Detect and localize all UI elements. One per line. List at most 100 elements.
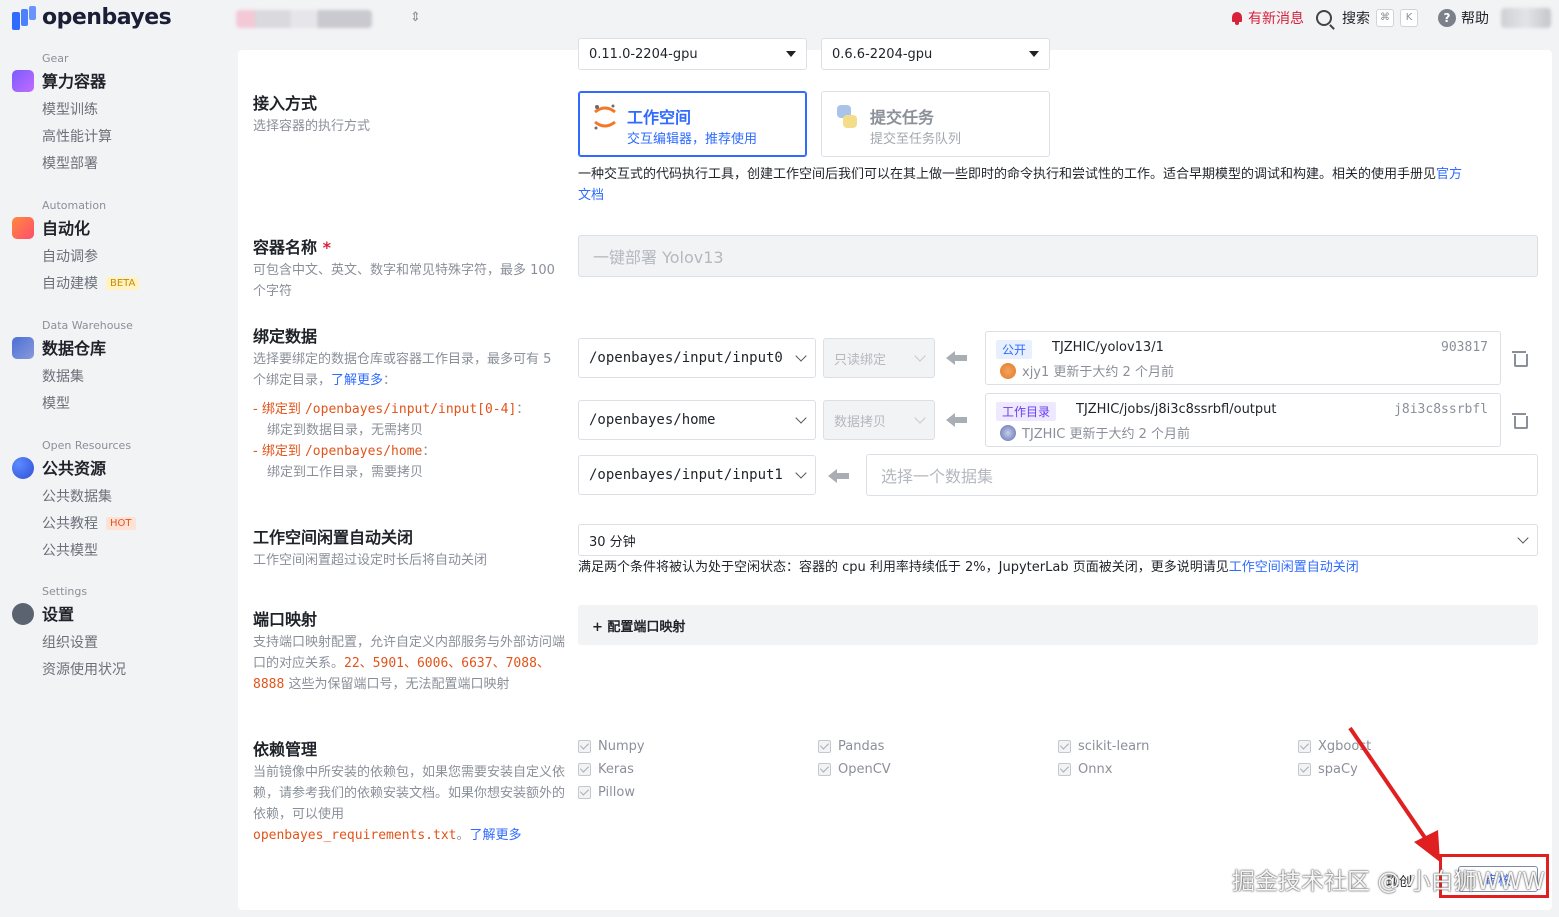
add-port-mapping-button[interactable]: + 配置端口映射 xyxy=(578,605,1538,645)
sidebar-item-autotune[interactable]: 自动调参 xyxy=(42,246,98,266)
sidebar-item-training[interactable]: 模型训练 xyxy=(42,99,98,119)
open-resources-icon xyxy=(12,457,34,479)
access-label: 接入方式 xyxy=(253,94,318,113)
sidebar-item-gear[interactable]: 算力容器 xyxy=(42,68,106,92)
logo-icon xyxy=(12,5,36,30)
sidebar-item-hpc[interactable]: 高性能计算 xyxy=(42,126,112,146)
dataset-card-0[interactable]: 公开 TJZHIC/yolov13/1 903817 xjy1 更新于大约 2 … xyxy=(985,331,1501,385)
dataset-picker-input[interactable]: 选择一个数据集 xyxy=(866,454,1538,496)
trash-icon[interactable] xyxy=(1512,412,1528,429)
checkbox xyxy=(1298,763,1311,776)
bell-icon xyxy=(1230,11,1244,25)
help-icon: ? xyxy=(1438,9,1456,27)
chevron-down-icon xyxy=(914,350,926,362)
settings-gear-icon xyxy=(12,603,34,625)
arrow-left-icon xyxy=(946,351,968,365)
bind-path-select-2[interactable]: /openbayes/input/input1 xyxy=(578,455,816,495)
bind-path-select-0[interactable]: /openbayes/input/input0 xyxy=(578,338,816,378)
access-desc: 选择容器的执行方式 xyxy=(253,119,371,134)
user-avatar xyxy=(1000,362,1016,379)
python-icon xyxy=(837,105,857,128)
org-switch-icon[interactable]: ⇕ xyxy=(410,10,421,25)
sidebar-item-org-settings[interactable]: 组织设置 xyxy=(42,632,98,652)
dep-keras: Keras xyxy=(578,762,634,777)
chevron-down-icon xyxy=(795,350,807,362)
watermark: 掘金技术社区 @ 小白狮WWW xyxy=(1232,869,1545,895)
checkbox xyxy=(1298,740,1311,753)
bind-path-select-1[interactable]: /openbayes/home xyxy=(578,400,816,440)
arrow-left-icon xyxy=(946,413,968,427)
idle-label: 工作空间闲置自动关闭 xyxy=(253,528,414,547)
sidebar-item-settings[interactable]: 设置 xyxy=(42,601,74,625)
org-name-blurred[interactable] xyxy=(236,10,372,28)
bind-learn-more-link[interactable]: 了解更多 xyxy=(331,373,383,388)
deps-desc: 当前镜像中所安装的依赖包，如果您需要安装自定义依赖，请参考我们的依赖安装文档。如… xyxy=(253,765,566,843)
sidebar-item-warehouse[interactable]: 数据仓库 xyxy=(42,335,106,359)
sidebar-item-datasets[interactable]: 数据集 xyxy=(42,366,84,386)
version-select-2[interactable]: 0.6.6-2204-gpu xyxy=(821,38,1050,70)
chevron-down-icon xyxy=(914,412,926,424)
caret-icon xyxy=(1029,51,1039,57)
kbd-k: K xyxy=(1400,9,1418,27)
sidebar: Gear 算力容器 模型训练 高性能计算 模型部署 Automation 自动化… xyxy=(0,40,230,917)
notifications-button[interactable]: 有新消息 xyxy=(1230,8,1304,28)
beta-badge: BETA xyxy=(106,276,140,290)
name-label: 容器名称 * xyxy=(253,238,331,257)
help-button[interactable]: ? 帮助 xyxy=(1438,8,1489,28)
chevron-down-icon xyxy=(795,467,807,479)
dataset-card-1[interactable]: 工作目录 TJZHIC/jobs/j8i3c8ssrbfl/output j8i… xyxy=(985,393,1501,447)
database-icon xyxy=(12,337,34,359)
sidebar-item-deploy[interactable]: 模型部署 xyxy=(42,153,98,173)
checkbox xyxy=(1058,763,1071,776)
dep-opencv: OpenCV xyxy=(818,762,891,777)
sidebar-item-usage[interactable]: 资源使用状况 xyxy=(42,659,126,679)
checkbox xyxy=(1058,740,1071,753)
hot-badge: HOT xyxy=(106,516,136,530)
chevron-down-icon xyxy=(795,412,807,424)
port-label: 端口映射 xyxy=(253,610,318,629)
access-note: 一种交互式的代码执行工具，创建工作空间后我们可以在其上做一些即时的命令执行和尝试… xyxy=(578,167,1463,203)
trash-icon[interactable] xyxy=(1512,350,1528,367)
bind-rule-1: - 绑定到 /openbayes/input/input[0-4]： 绑定到数据… xyxy=(253,402,530,438)
docs-link-2[interactable]: 文档 xyxy=(578,188,604,203)
checkbox xyxy=(818,740,831,753)
automation-icon xyxy=(12,217,34,239)
idle-note: 满足两个条件将被认为处于空闲状态：容器的 cpu 利用率持续低于 2%，Jupy… xyxy=(578,560,1359,575)
version-select-1[interactable]: 0.11.0-2204-gpu xyxy=(578,38,807,70)
sidebar-item-open-resources[interactable]: 公共资源 xyxy=(42,455,106,479)
dep-pandas: Pandas xyxy=(818,739,884,754)
sidebar-item-public-tutorials[interactable]: 公共教程 HOT xyxy=(42,513,136,533)
bind-rule-2: - 绑定到 /openbayes/home： 绑定到工作目录，需要拷贝 xyxy=(253,444,436,480)
docs-link[interactable]: 官方 xyxy=(1436,167,1462,182)
bind-desc: 选择要绑定的数据仓库或容器工作目录，最多可有 5 个绑定目录，了解更多： xyxy=(253,352,552,388)
dep-onnx: Onnx xyxy=(1058,762,1112,777)
sidebar-item-automation[interactable]: 自动化 xyxy=(42,215,90,239)
bind-mode-select-0[interactable]: 只读绑定 xyxy=(823,338,935,378)
dep-pillow: Pillow xyxy=(578,785,635,800)
top-bar: openbayes ⇕ 有新消息 搜索 ⌘ K ? 帮助 xyxy=(0,0,1559,40)
sidebar-item-automl[interactable]: 自动建模 BETA xyxy=(42,273,140,293)
kbd-cmd: ⌘ xyxy=(1376,9,1394,27)
checkbox xyxy=(578,763,591,776)
logo-text: openbayes xyxy=(42,5,172,30)
checkbox xyxy=(818,763,831,776)
checkbox xyxy=(578,786,591,799)
task-option[interactable]: 提交任务 提交至任务队列 xyxy=(821,91,1050,157)
deps-learn-more-link[interactable]: 了解更多 xyxy=(470,828,522,843)
bind-mode-select-1[interactable]: 数据拷贝 xyxy=(823,400,935,440)
chevron-down-icon xyxy=(1517,532,1529,544)
bind-label: 绑定数据 xyxy=(253,327,318,346)
sidebar-item-public-models[interactable]: 公共模型 xyxy=(42,540,98,560)
arrow-left-icon xyxy=(828,469,850,483)
workspace-option[interactable]: 工作空间 交互编辑器，推荐使用 xyxy=(578,91,807,157)
idle-docs-link[interactable]: 工作空间闲置自动关闭 xyxy=(1229,560,1359,575)
annotation-arrow xyxy=(1348,726,1440,862)
container-name-input[interactable]: 一键部署 Yolov13 xyxy=(578,235,1538,277)
openbayes-logo[interactable]: openbayes xyxy=(12,5,172,30)
avatar[interactable] xyxy=(1501,8,1551,28)
idle-timeout-select[interactable]: 30 分钟 xyxy=(578,524,1538,556)
caret-icon xyxy=(786,51,796,57)
search-button[interactable]: 搜索 ⌘ K xyxy=(1316,8,1418,28)
sidebar-item-public-datasets[interactable]: 公共数据集 xyxy=(42,486,112,506)
sidebar-item-models[interactable]: 模型 xyxy=(42,393,70,413)
